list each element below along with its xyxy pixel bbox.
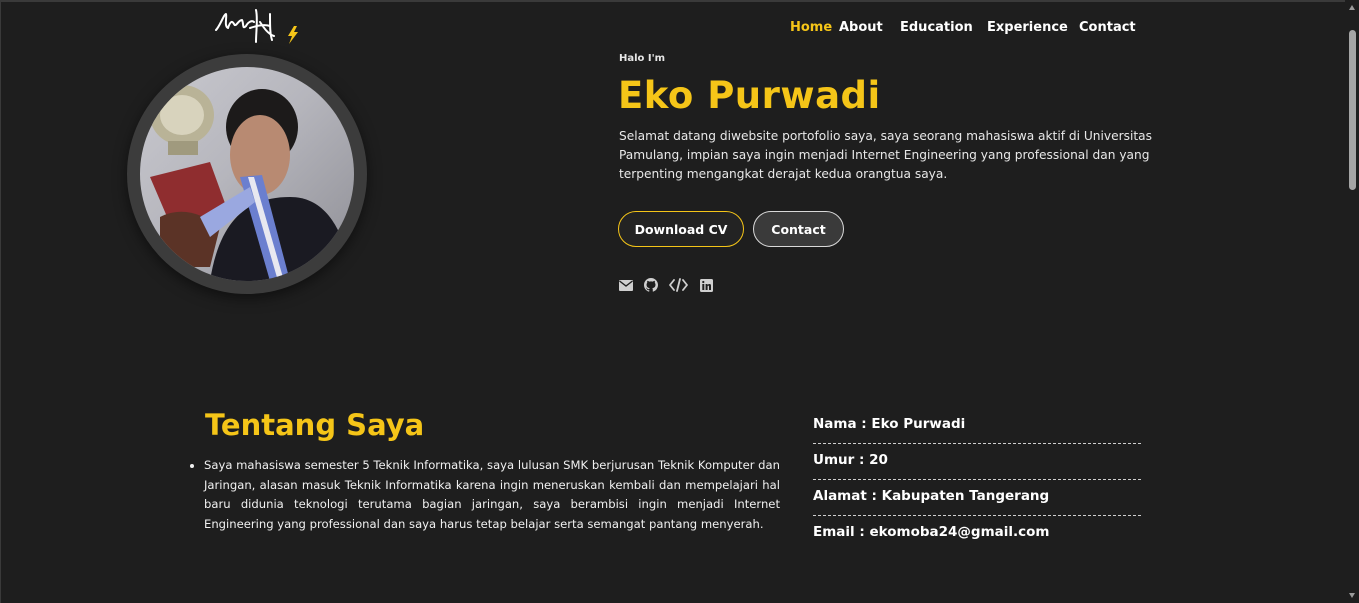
download-cv-label: Download CV [634,221,728,237]
personal-info: Nama : Eko Purwadi Umur : 20 Alamat : Ka… [813,408,1141,552]
profile-photo [140,67,354,281]
contact-button[interactable]: Contact [753,211,844,247]
contact-button-label: Contact [771,221,826,237]
linkedin-icon[interactable] [698,277,714,293]
scroll-up-arrow-icon[interactable] [1349,5,1355,10]
nav-education[interactable]: Education [900,20,973,35]
code-icon[interactable] [669,277,688,293]
info-age: Umur : 20 [813,444,1141,480]
info-email: Email : ekomoba24@gmail.com [813,524,1050,540]
nav-experience[interactable]: Experience [987,20,1068,35]
info-name: Nama : Eko Purwadi [813,408,1141,444]
hero-name: Eko Purwadi [618,74,881,117]
download-cv-button[interactable]: Download CV [618,211,744,247]
scrollbar-thumb[interactable] [1349,30,1356,190]
hero-description: Selamat datang diwebsite portofolio saya… [619,129,1152,182]
envelope-icon[interactable] [618,277,634,293]
nav-about[interactable]: About [839,20,883,35]
profile-photo-frame [127,54,367,294]
window-left-border [0,0,1,603]
nav-contact[interactable]: Contact [1079,20,1136,35]
hero-greeting: Halo I'm [619,53,666,64]
lightning-icon [288,26,298,44]
about-title: Tentang Saya [205,408,425,442]
info-address: Alamat : Kabupaten Tangerang [813,480,1141,516]
github-icon[interactable] [643,277,659,293]
nav-home[interactable]: Home [790,20,832,35]
about-text: Saya mahasiswa semester 5 Teknik Informa… [204,456,780,534]
window-top-border [0,0,1359,2]
page-scrollbar[interactable] [1345,0,1359,603]
about-list: Saya mahasiswa semester 5 Teknik Informa… [190,456,780,534]
signature-logo[interactable] [212,6,307,46]
scroll-down-arrow-icon[interactable] [1349,593,1355,598]
